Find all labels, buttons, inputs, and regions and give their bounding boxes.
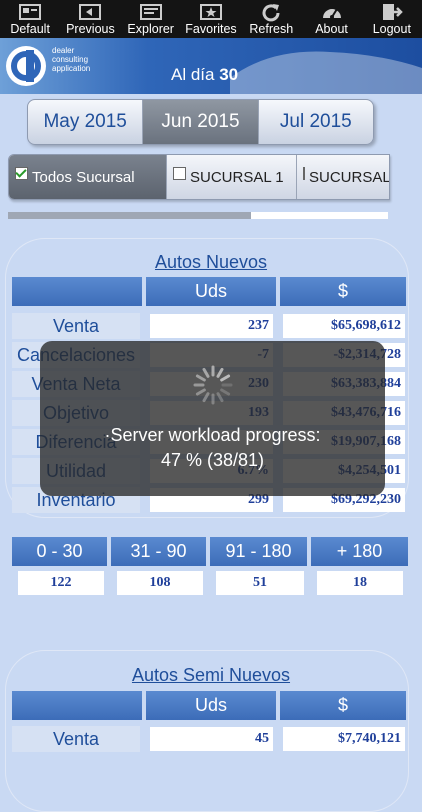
spinner-segment [220,374,231,382]
month-jun-2015[interactable]: Jun 2015 [143,100,259,144]
spinner-segment [216,392,224,403]
semi-header-blank [12,691,142,720]
refresh-icon [262,4,280,22]
month-may-2015[interactable]: May 2015 [28,100,144,144]
spinner-segment [202,367,210,378]
spinner-segment [195,374,206,382]
table-row-uds: 237 [150,314,273,338]
table-row-amount: $65,698,612 [283,314,405,338]
month-selector: May 2015 Jun 2015 Jul 2015 [27,99,374,145]
aging-value-180-plus: 18 [317,571,403,595]
logo-text: dealer consulting application [52,46,91,73]
toolbar-logout-button[interactable]: Logout [362,0,422,38]
aging-header-31-90: 31 - 90 [111,537,206,566]
day-label: Al día 30 [171,65,239,84]
semi-row-amount: $7,740,121 [283,727,405,751]
default-icon [19,4,42,20]
branch-selector: Todos Sucursal SUCURSAL 1 SUCURSAL 2 [8,154,390,200]
semi-row-label: Venta [12,726,140,752]
toolbar-refresh-button[interactable]: Refresh [241,0,301,38]
progress-text: 47 % (38/81) [160,450,265,470]
toolbar-explorer-button[interactable]: Explorer [121,0,181,38]
table-row-label: Venta [12,313,140,339]
checkbox-icon [303,166,305,180]
table-header-uds: Uds [146,277,276,306]
table-header-amount: $ [280,277,406,306]
favorites-icon [199,4,222,20]
table-header-blank [12,277,142,306]
aging-value-0-30: 122 [18,571,104,595]
aging-header-180-plus: + 180 [311,537,408,566]
scrollbar-thumb[interactable] [251,212,388,219]
branch-scrollbar[interactable] [8,212,388,219]
aging-header-0-30: 0 - 30 [12,537,107,566]
logout-icon [382,4,403,20]
autos-nuevos-title[interactable]: Autos Nuevos [0,252,422,273]
branch-sucursal-2[interactable]: SUCURSAL 2 [297,155,389,199]
branch-sucursal-1[interactable]: SUCURSAL 1 [167,155,297,199]
spinner-segment [216,367,224,378]
server-progress-overlay: ·Server workload progress: 47 % (38/81) [40,341,385,496]
app-banner: dealer consulting application Al día 30 [0,38,422,94]
month-jul-2015[interactable]: Jul 2015 [259,100,373,144]
about-icon [322,8,341,19]
progress-title: ·Server workload progress: [104,425,321,445]
car-background-icon [230,51,422,94]
semi-header-uds: Uds [146,691,276,720]
spinner-segment [195,388,206,396]
aging-value-91-180: 51 [216,571,304,595]
dca-logo-icon [6,46,46,86]
toolbar-default-button[interactable]: Default [0,0,60,38]
toolbar-favorites-button[interactable]: Favorites [181,0,241,38]
autos-semi-nuevos-title[interactable]: Autos Semi Nuevos [0,665,422,686]
aging-header-91-180: 91 - 180 [210,537,307,566]
top-toolbar: Default Previous Explorer Favorites Refr… [0,0,422,38]
checkbox-checked-icon [15,166,28,180]
spinner-segment [202,392,210,403]
toolbar-previous-button[interactable]: Previous [60,0,120,38]
semi-row-uds: 45 [150,727,273,751]
toolbar-about-button[interactable]: About [301,0,361,38]
loading-spinner-icon [193,365,233,405]
explorer-icon [139,4,162,20]
previous-icon [79,4,102,20]
spinner-segment [220,388,231,396]
branch-todos-sucursal[interactable]: Todos Sucursal [9,155,167,199]
semi-header-amount: $ [280,691,406,720]
checkbox-icon [172,166,186,180]
aging-value-31-90: 108 [117,571,203,595]
